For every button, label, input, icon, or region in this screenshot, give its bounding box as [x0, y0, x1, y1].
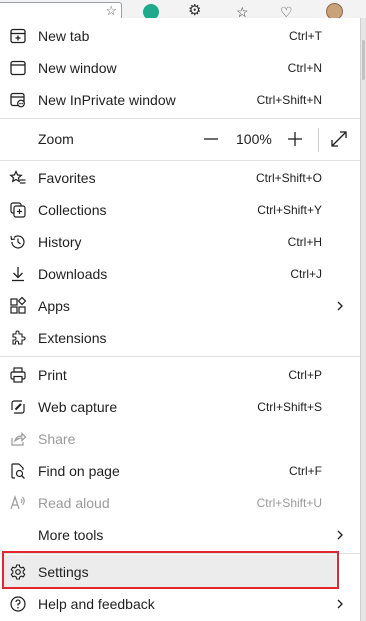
new-window-icon [9, 59, 27, 77]
web-capture-icon [9, 398, 27, 416]
extensions-icon [9, 329, 27, 347]
menu-item-settings[interactable]: Settings [4, 555, 336, 588]
menu-item-label: New InPrivate window [38, 92, 176, 108]
shortcut-label: Ctrl+Shift+O [255, 171, 322, 185]
menu-divider [0, 118, 360, 119]
zoom-label: Zoom [38, 131, 74, 147]
menu-item-collections[interactable]: Collections Ctrl+Shift+Y [0, 194, 360, 226]
gear-icon [9, 563, 27, 581]
menu-item-zoom: Zoom 100% [0, 123, 360, 155]
chevron-right-icon [334, 596, 346, 612]
menu-item-label: Share [38, 431, 76, 447]
history-icon [9, 233, 27, 251]
apps-icon [9, 297, 27, 315]
shortcut-label: Ctrl+N [287, 61, 322, 75]
menu-item-label: History [38, 234, 82, 250]
share-icon [9, 430, 27, 448]
shortcut-label: Ctrl+T [289, 29, 322, 43]
menu-item-apps[interactable]: Apps [0, 290, 360, 322]
menu-item-web-capture[interactable]: Web capture Ctrl+Shift+S [0, 391, 360, 423]
new-tab-icon [9, 27, 27, 45]
menu-divider [0, 356, 360, 357]
menu-item-label: Help and feedback [38, 596, 155, 612]
shortcut-label: Ctrl+P [288, 368, 322, 382]
menu-item-label: New window [38, 60, 117, 76]
shortcut-label: Ctrl+Shift+U [256, 496, 322, 510]
extensions-puzzle-icon[interactable]: ⚙ [188, 3, 204, 19]
zoom-separator [318, 128, 319, 152]
download-icon [9, 265, 27, 283]
settings-menu: New tab Ctrl+T New window Ctrl+N New InP… [0, 18, 361, 621]
menu-item-label: Collections [38, 202, 107, 218]
menu-item-label: Web capture [38, 399, 118, 415]
chevron-right-icon [334, 527, 346, 543]
menu-item-favorites[interactable]: Favorites Ctrl+Shift+O [0, 162, 360, 194]
menu-item-label: Extensions [38, 330, 107, 346]
shortcut-label: Ctrl+Shift+Y [257, 203, 322, 217]
zoom-in-button[interactable] [286, 129, 304, 149]
menu-scrollbar[interactable] [361, 18, 366, 621]
menu-item-label: Favorites [38, 170, 96, 186]
shortcut-label: Ctrl+Shift+N [256, 93, 322, 107]
menu-item-downloads[interactable]: Downloads Ctrl+J [0, 258, 360, 290]
zoom-out-button[interactable] [202, 129, 220, 149]
menu-item-new-window[interactable]: New window Ctrl+N [0, 52, 360, 84]
menu-divider [0, 160, 360, 161]
menu-item-label: Read aloud [38, 495, 110, 511]
menu-item-read-aloud: Read aloud Ctrl+Shift+U [0, 487, 360, 519]
shortcut-label: Ctrl+J [290, 267, 322, 281]
menu-item-label: More tools [38, 527, 104, 543]
menu-item-print[interactable]: Print Ctrl+P [0, 359, 360, 391]
menu-item-label: Downloads [38, 266, 108, 282]
menu-item-find-on-page[interactable]: Find on page Ctrl+F [0, 455, 360, 487]
shortcut-label: Ctrl+F [289, 464, 322, 478]
menu-item-more-tools[interactable]: More tools [0, 519, 360, 551]
print-icon [9, 366, 27, 384]
collections-icon [9, 201, 27, 219]
shortcut-label: Ctrl+H [287, 235, 322, 249]
menu-divider [0, 553, 360, 554]
menu-item-share: Share [0, 423, 360, 455]
chevron-right-icon [334, 298, 346, 314]
favorites-icon [9, 169, 27, 187]
menu-item-label: Settings [38, 564, 89, 580]
menu-item-new-inprivate-window[interactable]: New InPrivate window Ctrl+Shift+N [0, 84, 360, 116]
help-icon [9, 595, 27, 613]
menu-item-extensions[interactable]: Extensions [0, 322, 360, 354]
menu-item-label: New tab [38, 28, 90, 44]
menu-item-history[interactable]: History Ctrl+H [0, 226, 360, 258]
menu-item-new-tab[interactable]: New tab Ctrl+T [0, 20, 360, 52]
favorite-star-icon[interactable]: ☆ [105, 3, 117, 19]
menu-item-label: Print [38, 367, 67, 383]
read-aloud-icon [9, 494, 27, 512]
menu-item-label: Apps [38, 298, 70, 314]
shortcut-label: Ctrl+Shift+S [257, 400, 322, 414]
find-icon [9, 462, 27, 480]
fullscreen-icon[interactable] [330, 130, 348, 148]
zoom-value: 100% [236, 131, 272, 147]
menu-item-label: Find on page [38, 463, 120, 479]
menu-scrollbar-thumb[interactable] [362, 40, 365, 80]
menu-item-help-and-feedback[interactable]: Help and feedback [0, 588, 360, 620]
inprivate-icon [9, 91, 27, 109]
